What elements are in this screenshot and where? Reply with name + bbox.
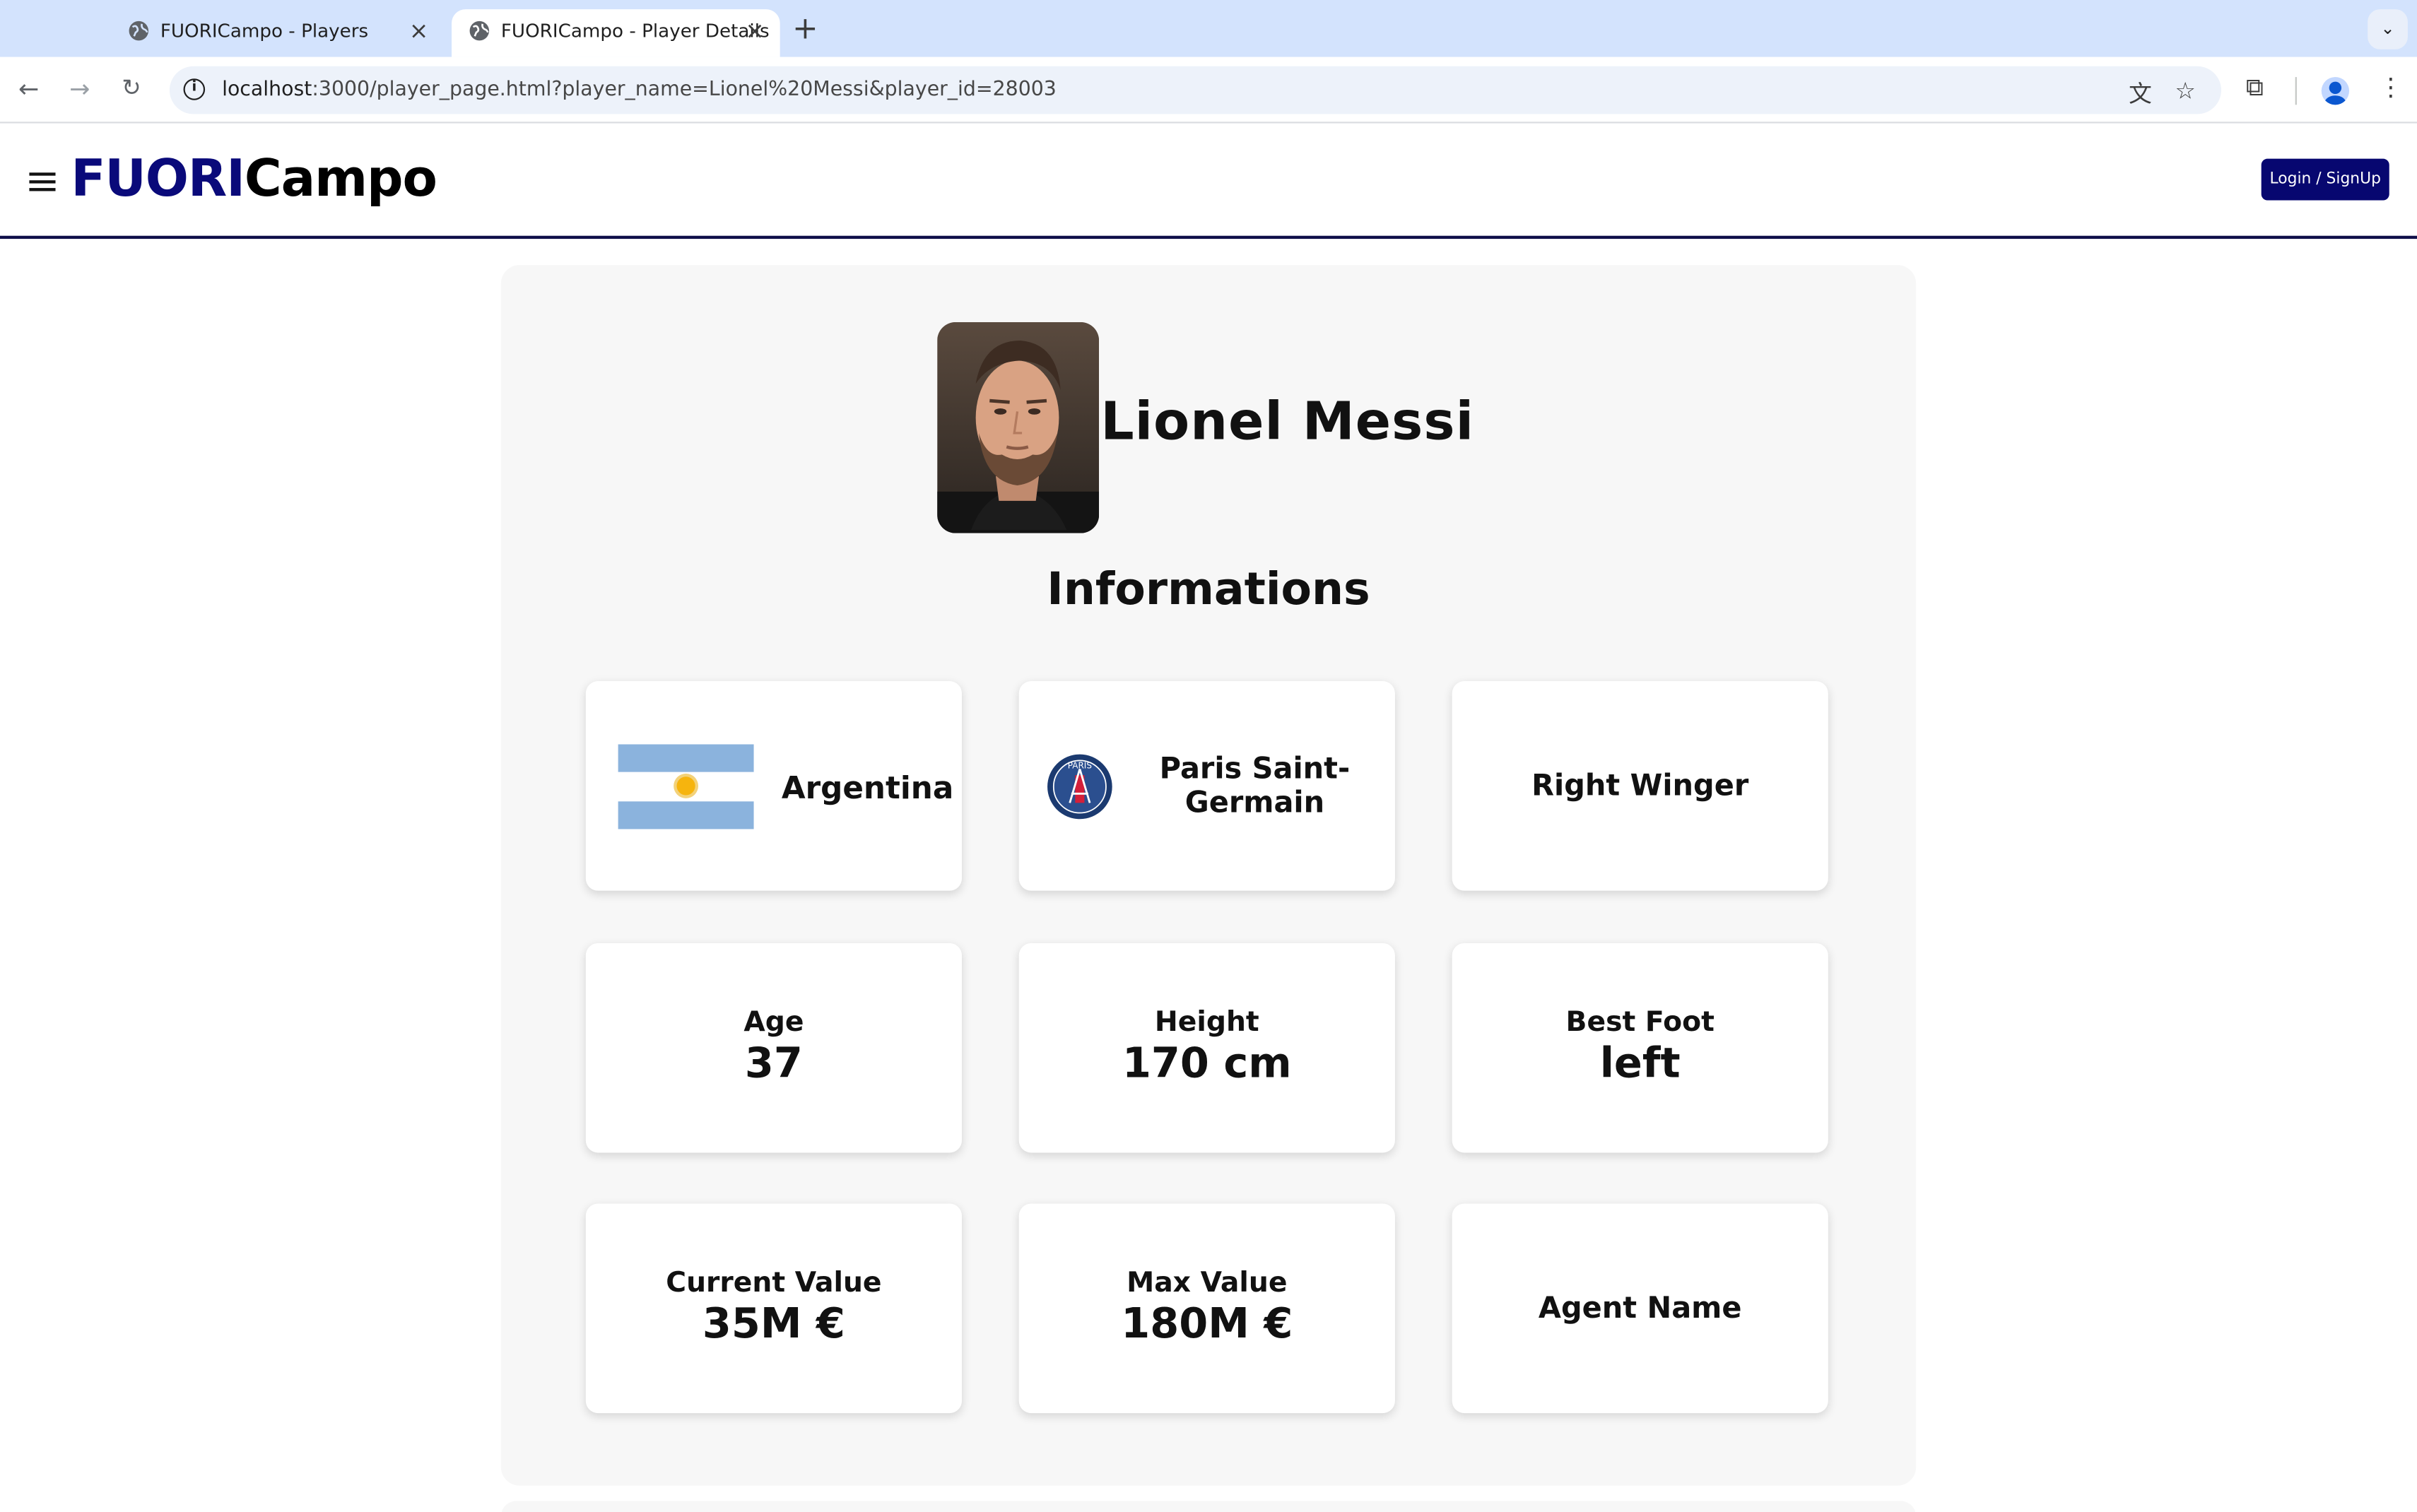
back-arrow-icon[interactable]: ← <box>18 74 39 103</box>
new-tab-icon[interactable]: + <box>792 9 818 46</box>
stat-value: 170 cm <box>1122 1040 1292 1088</box>
informations-heading: Informations <box>1047 562 1370 615</box>
player-name: Lionel Messi <box>1100 391 1475 454</box>
globe-icon <box>129 20 149 41</box>
site-info-icon[interactable]: i <box>183 78 206 100</box>
stat-value: left <box>1599 1040 1681 1088</box>
stat-card-best-foot: Best Foot left <box>1452 943 1828 1153</box>
bookmark-star-icon[interactable]: ☆ <box>2175 77 2196 105</box>
stat-card-agent-name: Agent Name <box>1452 1203 1828 1414</box>
tab-title: FUORICampo - Player Details <box>500 20 770 42</box>
stat-card-age: Age 37 <box>585 943 963 1153</box>
globe-icon <box>469 20 490 41</box>
forward-arrow-icon[interactable]: → <box>69 74 90 103</box>
argentina-flag-icon <box>618 744 754 829</box>
position-card: Right Winger <box>1452 681 1828 891</box>
stat-card-max-value: Max Value 180M € <box>1018 1203 1395 1414</box>
site-logo[interactable]: FUORICampo <box>71 148 437 208</box>
browser-tab-player-details[interactable]: FUORICampo - Player Details × <box>452 9 780 57</box>
stat-value: 35M € <box>702 1300 845 1349</box>
site-header: FUORICampo Login / SignUp <box>0 123 2417 240</box>
url-text[interactable]: localhost:3000/player_page.html?player_n… <box>222 78 1057 102</box>
reload-icon[interactable]: ↻ <box>122 74 141 102</box>
url-host: localhost <box>222 78 312 102</box>
stat-label: Height <box>1154 1006 1259 1039</box>
position-text: Right Winger <box>1531 769 1749 803</box>
player-details-panel: Lionel Messi Informations Argentina PARI… <box>500 265 1917 1486</box>
chevron-down-icon[interactable]: ⌄ <box>2368 9 2408 49</box>
stat-label: Current Value <box>666 1266 882 1299</box>
nationality-text: Argentina <box>781 769 954 806</box>
psg-crest-icon: PARIS <box>1047 754 1112 820</box>
club-card: PARIS Paris Saint-Germain <box>1018 681 1395 891</box>
browser-toolbar: ← → ↻ i localhost:3000/player_page.html?… <box>0 57 2417 124</box>
stat-value: 180M € <box>1121 1300 1293 1349</box>
stat-label: Age <box>743 1006 804 1039</box>
stat-card-height: Height 170 cm <box>1018 943 1395 1153</box>
next-section-panel <box>500 1501 1917 1512</box>
stat-label: Best Foot <box>1565 1006 1715 1039</box>
club-name: Paris Saint-Germain <box>1159 752 1351 820</box>
url-path: :3000/player_page.html?player_name=Lione… <box>312 78 1057 102</box>
translate-icon[interactable]: 文 <box>2129 77 2152 110</box>
stat-value: 37 <box>744 1040 803 1088</box>
close-icon[interactable]: × <box>745 17 764 45</box>
profile-avatar-icon[interactable] <box>2321 77 2350 105</box>
stat-card-current-value: Current Value 35M € <box>585 1203 963 1414</box>
logo-part-fuori: FUORI <box>71 148 245 208</box>
logo-part-campo: Campo <box>244 148 437 208</box>
browser-tab-players[interactable]: FUORICampo - Players × <box>111 9 444 57</box>
player-photo <box>937 321 1100 533</box>
stat-label: Agent Name <box>1538 1291 1742 1325</box>
nationality-card: Argentina <box>585 681 963 891</box>
tab-title: FUORICampo - Players <box>160 20 369 42</box>
toolbar-divider <box>2295 77 2297 105</box>
login-signup-button[interactable]: Login / SignUp <box>2261 158 2389 201</box>
more-menu-icon[interactable]: ⋮ <box>2378 73 2403 102</box>
browser-tab-strip: FUORICampo - Players × FUORICampo - Play… <box>0 0 2417 57</box>
hamburger-menu-icon[interactable] <box>29 172 56 191</box>
close-icon[interactable]: × <box>409 17 428 45</box>
extensions-puzzle-icon[interactable]: ⧉ <box>2246 73 2264 104</box>
svg-text:PARIS: PARIS <box>1068 760 1092 770</box>
stat-label: Max Value <box>1127 1266 1288 1299</box>
address-bar[interactable]: i localhost:3000/player_page.html?player… <box>169 66 2221 114</box>
